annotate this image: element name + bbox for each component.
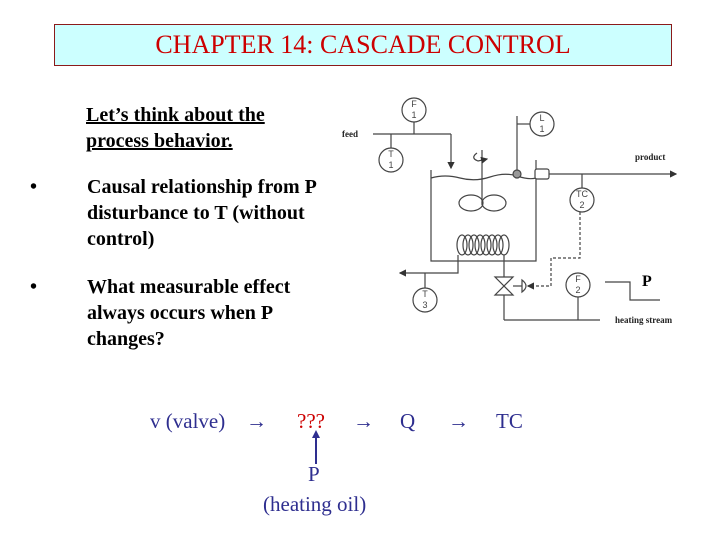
f1-tag: F — [411, 99, 417, 109]
svg-text:1: 1 — [388, 160, 393, 170]
tc2-tag: TC — [576, 189, 588, 199]
chain-valve: v (valve) — [150, 409, 226, 433]
svg-text:2: 2 — [575, 285, 580, 295]
t3-tag: T — [422, 289, 428, 299]
chain-tc: TC — [496, 409, 523, 433]
valve-actuator — [521, 278, 527, 294]
agitator-blade — [458, 194, 484, 212]
liquid-level — [430, 173, 547, 181]
chain-arrow: → — [448, 409, 469, 433]
control-valve — [493, 276, 515, 296]
l1-tag: L — [539, 113, 544, 123]
svg-text:1: 1 — [539, 124, 544, 134]
agitator-blade — [481, 194, 507, 212]
chain-q: Q — [400, 409, 416, 433]
heating-stream-label: heating stream — [615, 315, 673, 325]
disturbance-label: P — [642, 273, 652, 290]
svg-text:2: 2 — [579, 200, 584, 210]
product-outlet — [534, 168, 550, 180]
process-diagram: F 1 T 1 L 1 TC 2 F 2 T 3 feed product he… — [342, 97, 678, 325]
product-label: product — [635, 152, 665, 162]
chain-disturbance-desc: (heating oil) — [263, 492, 367, 516]
svg-text:1: 1 — [411, 110, 416, 120]
chain-arrow: → — [246, 409, 267, 433]
disturbance-arrow — [312, 430, 320, 464]
coil-outlet — [398, 255, 459, 277]
f2-tag: F — [575, 274, 581, 284]
t1-tag: T — [388, 149, 394, 159]
heating-coil — [456, 234, 510, 256]
svg-text:3: 3 — [422, 300, 427, 310]
chain-disturbance: P — [308, 462, 320, 486]
agitator-rotation — [473, 152, 489, 164]
level-float — [512, 169, 522, 179]
chain-arrow: → — [353, 409, 374, 433]
feed-label: feed — [342, 129, 358, 139]
